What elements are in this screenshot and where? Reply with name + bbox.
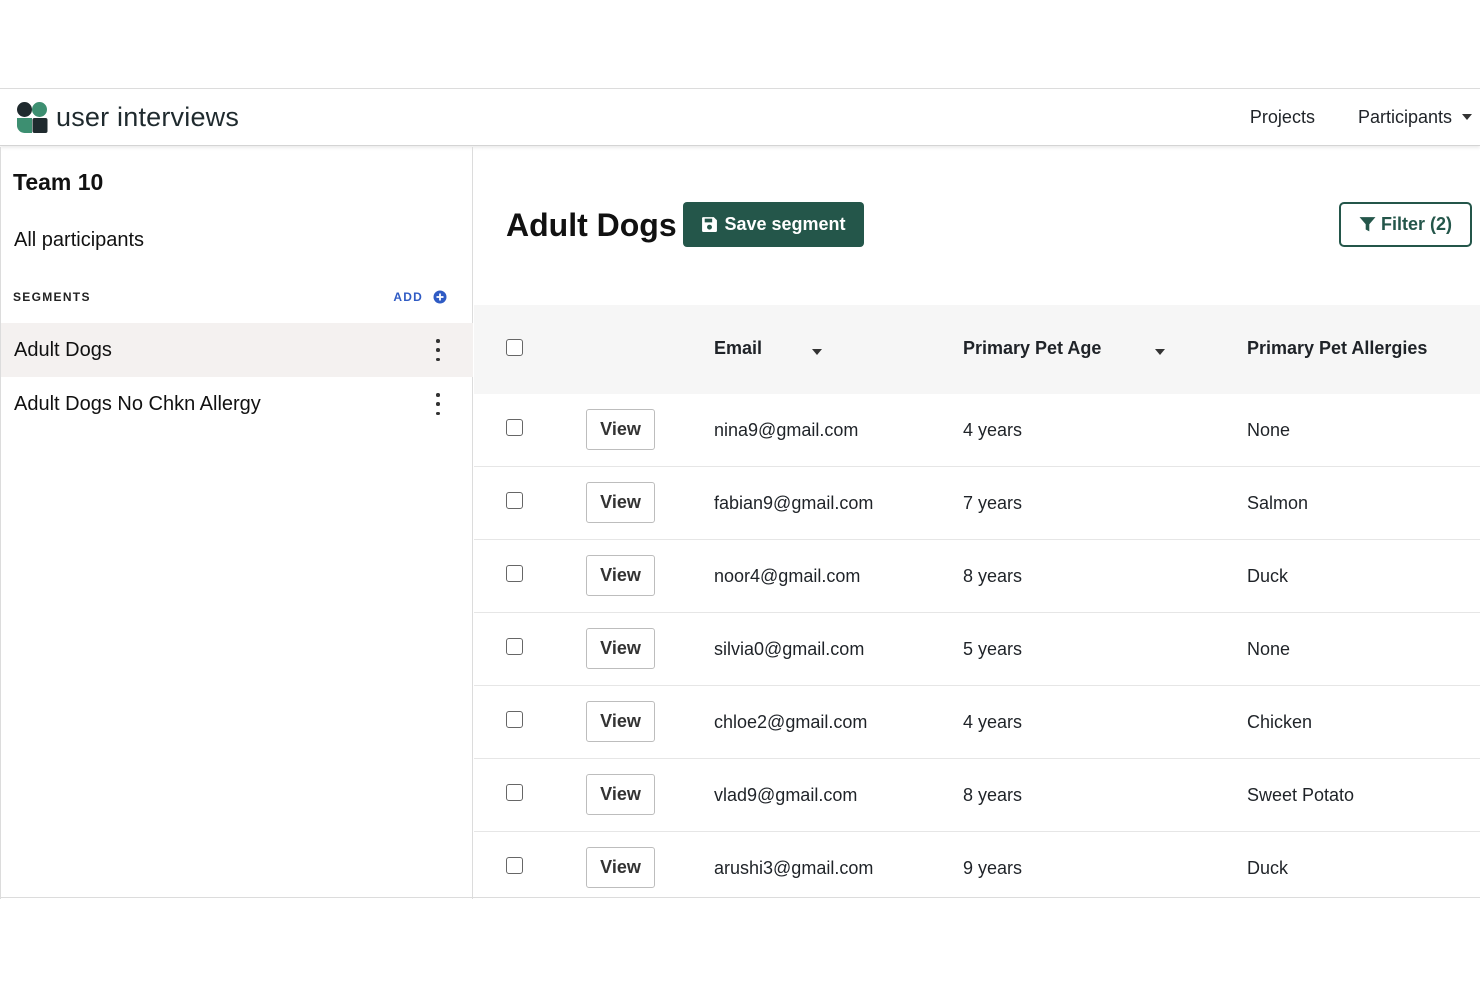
cell-pet-allergies: Sweet Potato bbox=[1247, 785, 1355, 805]
row-checkbox[interactable] bbox=[506, 784, 523, 801]
save-segment-label: Save segment bbox=[724, 214, 846, 234]
top-nav: Projects Participants bbox=[1207, 107, 1472, 128]
chevron-down-icon bbox=[1462, 114, 1472, 120]
brand-logo[interactable]: user interviews bbox=[16, 101, 239, 133]
view-button[interactable]: View bbox=[586, 409, 655, 450]
table-row: View vlad9@gmail.com 8 years Sweet Potat… bbox=[474, 759, 1480, 832]
main-content: Adult Dogs Save segment Filter (2) Email… bbox=[474, 147, 1480, 899]
row-checkbox[interactable] bbox=[506, 857, 523, 874]
cell-pet-allergies: Chicken bbox=[1247, 712, 1313, 732]
view-button[interactable]: View bbox=[586, 847, 655, 888]
cell-pet-age: 4 years bbox=[963, 420, 1023, 440]
cell-pet-allergies: Duck bbox=[1247, 566, 1289, 586]
user-interviews-logo-icon bbox=[17, 102, 48, 133]
segment-label: Adult Dogs No Chkn Allergy bbox=[14, 392, 261, 415]
view-button[interactable]: View bbox=[586, 482, 655, 523]
team-name: Team 10 bbox=[13, 169, 104, 195]
participants-table: Email Primary Pet Age Primary Pet Allerg… bbox=[474, 305, 1480, 905]
row-checkbox[interactable] bbox=[506, 565, 523, 582]
save-icon bbox=[702, 217, 718, 232]
table-row: View chloe2@gmail.com 4 years Chicken bbox=[474, 686, 1480, 759]
table-row: View nina9@gmail.com 4 years None bbox=[474, 394, 1480, 467]
filter-label: Filter (2) bbox=[1380, 214, 1452, 234]
sort-caret-icon[interactable] bbox=[1155, 349, 1165, 355]
table-row: View silvia0@gmail.com 5 years None bbox=[474, 613, 1480, 686]
cell-pet-age: 9 years bbox=[963, 858, 1023, 878]
table-row: View noor4@gmail.com 8 years Duck bbox=[474, 540, 1480, 613]
segments-header: SEGMENTS ADD bbox=[13, 290, 447, 304]
filter-icon bbox=[1359, 217, 1376, 232]
page-title: Adult Dogs bbox=[506, 207, 677, 243]
view-button[interactable]: View bbox=[586, 555, 655, 596]
cell-email: vlad9@gmail.com bbox=[714, 785, 858, 805]
table-header: Email Primary Pet Age Primary Pet Allerg… bbox=[474, 305, 1480, 394]
cell-pet-allergies: Salmon bbox=[1247, 493, 1309, 513]
cell-pet-age: 8 years bbox=[963, 566, 1023, 586]
row-checkbox[interactable] bbox=[506, 492, 523, 509]
column-header-email[interactable]: Email bbox=[714, 338, 762, 359]
add-segment-button[interactable]: ADD bbox=[393, 290, 447, 304]
sidebar: Team 10 All participants SEGMENTS ADD Ad… bbox=[0, 147, 473, 899]
table-row: View arushi3@gmail.com 9 years Duck bbox=[474, 832, 1480, 905]
cell-email: nina9@gmail.com bbox=[714, 420, 859, 440]
row-checkbox[interactable] bbox=[506, 711, 523, 728]
cell-email: noor4@gmail.com bbox=[714, 566, 861, 586]
column-header-primary-pet-age[interactable]: Primary Pet Age bbox=[963, 338, 1101, 359]
nav-participants-label: Participants bbox=[1357, 106, 1452, 127]
top-nav-bar: user interviews Projects Participants bbox=[0, 89, 1480, 146]
row-checkbox[interactable] bbox=[506, 638, 523, 655]
row-checkbox[interactable] bbox=[506, 419, 523, 436]
table-row: View fabian9@gmail.com 7 years Salmon bbox=[474, 467, 1480, 540]
cell-pet-age: 4 years bbox=[963, 712, 1023, 732]
sidebar-item-segment-adult-dogs[interactable]: Adult Dogs bbox=[1, 323, 473, 377]
cell-email: fabian9@gmail.com bbox=[714, 493, 874, 513]
cell-pet-age: 8 years bbox=[963, 785, 1023, 805]
cell-email: chloe2@gmail.com bbox=[714, 712, 868, 732]
more-options-icon[interactable] bbox=[430, 393, 446, 415]
brand-name: user interviews bbox=[56, 101, 240, 132]
nav-participants-dropdown[interactable]: Participants bbox=[1358, 107, 1472, 128]
select-all-checkbox[interactable] bbox=[506, 339, 523, 356]
save-segment-button[interactable]: Save segment bbox=[683, 202, 864, 247]
cell-email: arushi3@gmail.com bbox=[714, 858, 874, 878]
column-header-primary-pet-allergies[interactable]: Primary Pet Allergies bbox=[1247, 338, 1427, 359]
filter-button[interactable]: Filter (2) bbox=[1339, 202, 1472, 247]
cell-pet-allergies: None bbox=[1247, 639, 1291, 659]
more-options-icon[interactable] bbox=[430, 339, 446, 361]
add-segment-label: ADD bbox=[393, 290, 423, 304]
view-button[interactable]: View bbox=[586, 701, 655, 742]
plus-circle-icon bbox=[433, 290, 447, 304]
cell-pet-allergies: None bbox=[1247, 420, 1291, 440]
sidebar-item-all-participants[interactable]: All participants bbox=[14, 229, 144, 252]
nav-projects[interactable]: Projects bbox=[1250, 107, 1315, 128]
view-button[interactable]: View bbox=[586, 628, 655, 669]
view-button[interactable]: View bbox=[586, 774, 655, 815]
cell-pet-age: 5 years bbox=[963, 639, 1023, 659]
sidebar-item-segment-adult-dogs-no-chkn-allergy[interactable]: Adult Dogs No Chkn Allergy bbox=[1, 377, 473, 431]
segment-label: Adult Dogs bbox=[14, 338, 112, 361]
app-window: user interviews Projects Participants Te… bbox=[0, 88, 1480, 899]
cell-email: silvia0@gmail.com bbox=[714, 639, 865, 659]
cell-pet-age: 7 years bbox=[963, 493, 1023, 513]
cell-pet-allergies: Duck bbox=[1247, 858, 1289, 878]
sort-caret-icon[interactable] bbox=[812, 349, 822, 355]
segments-label: SEGMENTS bbox=[13, 290, 91, 304]
